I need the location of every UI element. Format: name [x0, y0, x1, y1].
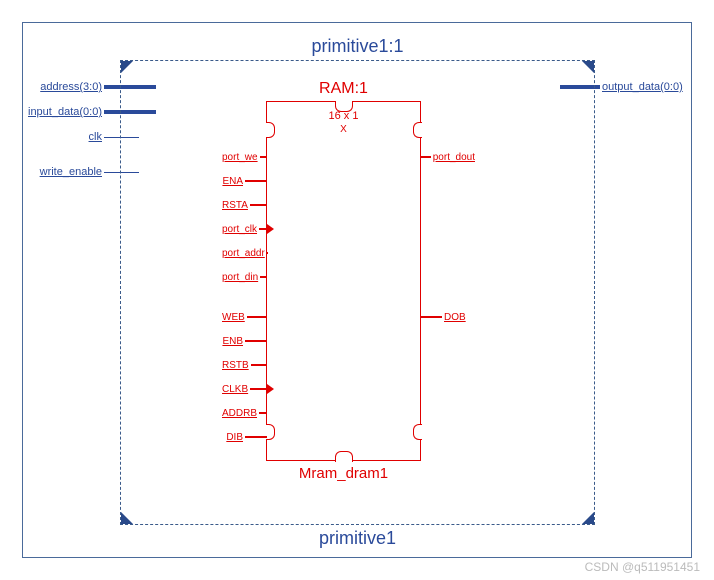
wire	[245, 180, 267, 182]
wire	[245, 340, 267, 342]
wire	[247, 316, 267, 318]
ram-port-addrb: ADDRB	[222, 406, 267, 420]
ram-port-clkb: CLKB	[222, 382, 267, 396]
wire	[250, 204, 267, 206]
corner-icon	[121, 61, 133, 73]
port-label: DOB	[442, 312, 475, 323]
corner-icon	[582, 61, 594, 73]
ram-port-dob: DOB	[420, 310, 475, 324]
ram-port-rstb: RSTB	[222, 358, 267, 372]
port-label: clk	[22, 131, 104, 143]
ram-port-dib: DIB	[222, 430, 267, 444]
primitive-title: primitive1:1	[121, 36, 594, 57]
ram-port-ena: ENA	[222, 174, 267, 188]
clock-icon	[267, 384, 274, 394]
clock-icon	[267, 224, 274, 234]
port-label: CLKB	[222, 384, 250, 395]
ram-port-enb: ENB	[222, 334, 267, 348]
corner-icon	[121, 512, 133, 524]
wire	[420, 316, 442, 318]
notch-icon	[335, 451, 353, 462]
wire	[245, 436, 267, 438]
wire	[251, 364, 267, 366]
port-label: port_dout	[431, 152, 475, 163]
wire	[250, 388, 267, 390]
port-label: ENA	[222, 176, 245, 187]
notch-icon	[413, 424, 422, 440]
wire	[420, 156, 431, 158]
port-label: port_addr	[222, 248, 267, 259]
wire	[259, 228, 267, 230]
ram-port-web: WEB	[222, 310, 267, 324]
ram-instance-name: Mram_dram1	[267, 465, 420, 482]
wire	[259, 412, 267, 414]
primitive-name: primitive1	[121, 528, 594, 549]
ram-title: RAM:1	[267, 80, 420, 98]
port-label: RSTB	[222, 360, 251, 371]
wire	[260, 156, 267, 158]
port-label: port_din	[222, 272, 260, 283]
ram-port-dout: port_dout	[420, 150, 475, 164]
ram-port-din: port_din	[222, 270, 267, 284]
ram-port-addr: port_addr	[222, 246, 267, 260]
port-label: address(3:0)	[22, 81, 104, 93]
ram-x-label: X	[267, 124, 420, 135]
port-label: DIB	[222, 432, 245, 443]
port-label: port_we	[222, 152, 260, 163]
primitive-block: primitive1:1 primitive1 RAM:1 Mram_dram1…	[120, 60, 595, 525]
diagram-canvas: address(3:0) input_data(0:0) clk write_e…	[0, 0, 714, 580]
port-label: WEB	[222, 312, 247, 323]
port-label: ADDRB	[222, 408, 259, 419]
watermark: CSDN @q511951451	[585, 560, 700, 574]
port-label: write_enable	[22, 166, 104, 178]
ram-port-clk: port_clk	[222, 222, 267, 236]
port-label: RSTA	[222, 200, 250, 211]
ram-port-rsta: RSTA	[222, 198, 267, 212]
ram-block: RAM:1 Mram_dram1 16 x 1 X port_we ENA RS…	[266, 101, 421, 461]
port-label: ENB	[222, 336, 245, 347]
ram-dimensions: 16 x 1	[267, 110, 420, 122]
port-label: input_data(0:0)	[22, 106, 104, 118]
corner-icon	[582, 512, 594, 524]
port-label: port_clk	[222, 224, 259, 235]
wire	[260, 276, 267, 278]
port-label: output_data(0:0)	[600, 81, 692, 93]
ram-port-we: port_we	[222, 150, 267, 164]
